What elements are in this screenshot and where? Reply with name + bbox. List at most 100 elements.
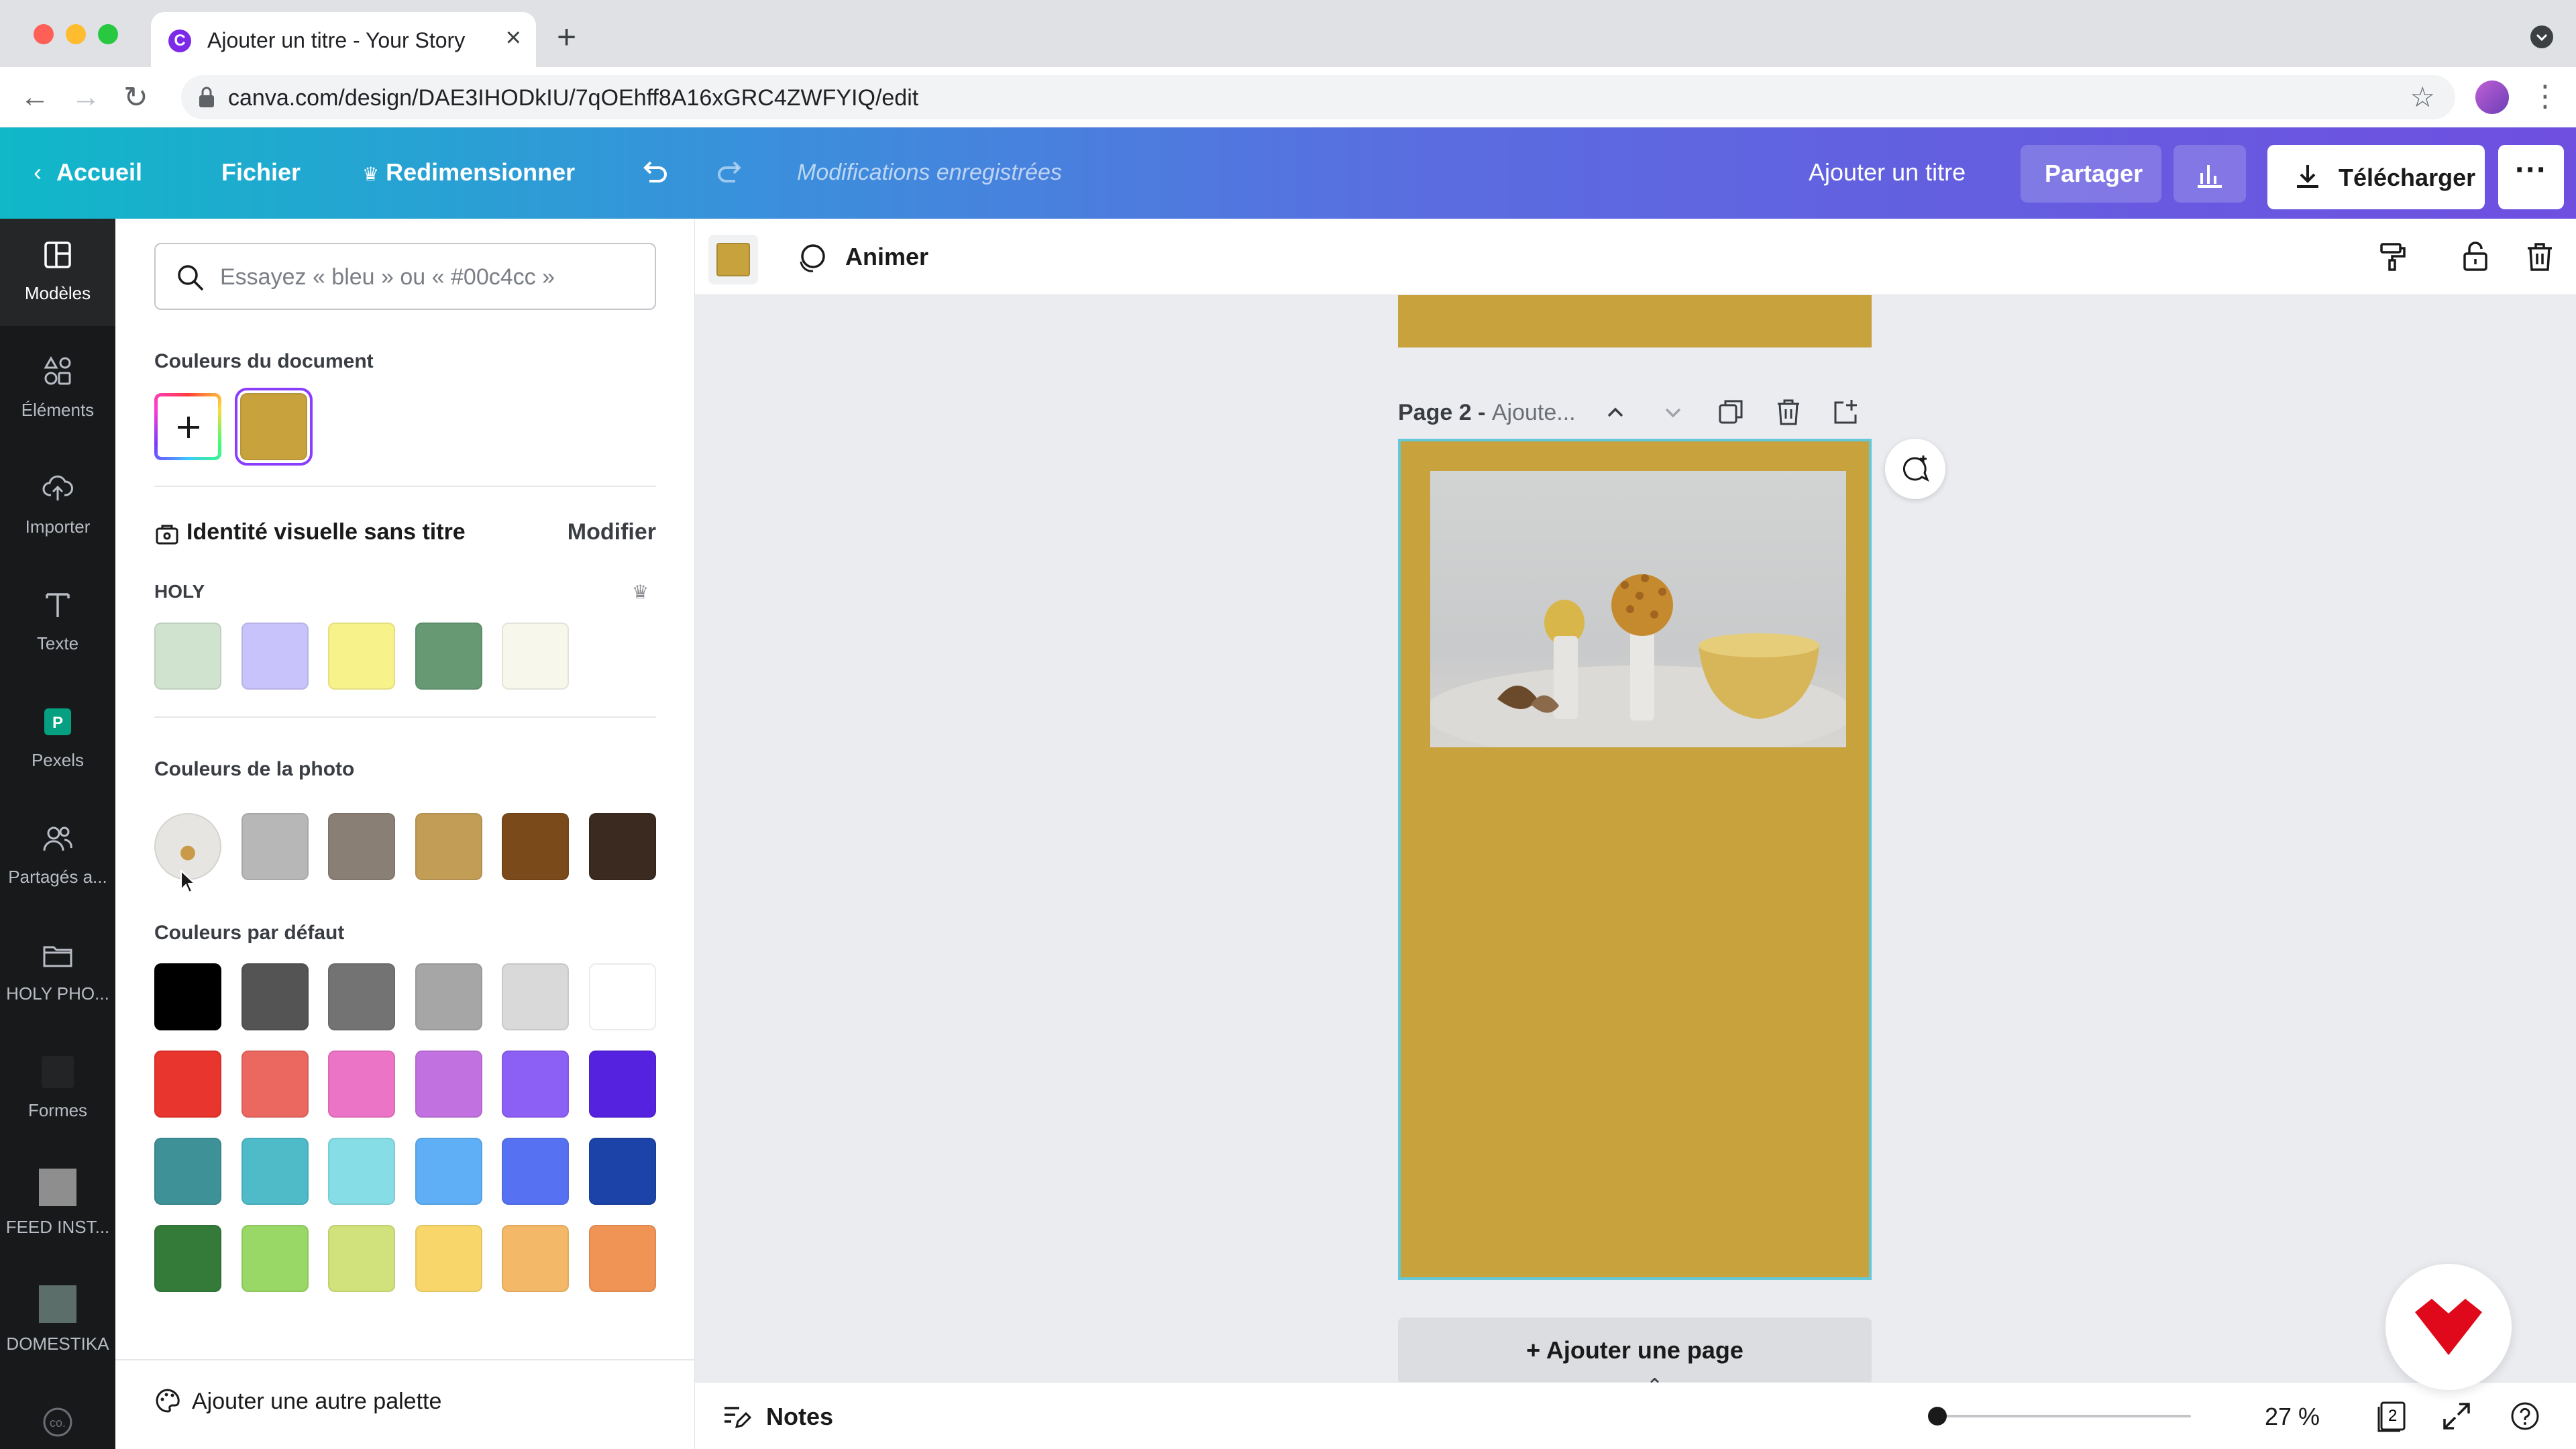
chevron-up-icon[interactable] <box>1601 397 1630 427</box>
apps-icon[interactable]: co. <box>40 1405 75 1440</box>
add-page-icon[interactable] <box>1831 397 1861 427</box>
default-color-swatch[interactable] <box>589 1051 656 1118</box>
close-window-button[interactable] <box>34 24 54 44</box>
browser-menu-icon[interactable]: ⋮ <box>2530 79 2560 113</box>
color-search-input[interactable] <box>220 260 636 294</box>
default-color-swatch[interactable] <box>328 1051 396 1118</box>
share-button[interactable]: Partager <box>2021 145 2161 203</box>
address-bar[interactable]: canva.com/design/DAE3IHODkIU/7qOEhff8A16… <box>181 75 2455 119</box>
default-color-swatch[interactable] <box>241 1138 309 1205</box>
default-color-swatch[interactable] <box>154 1051 221 1118</box>
edit-brand-kit-button[interactable]: Modifier <box>568 519 656 545</box>
palette-color-swatch[interactable] <box>154 623 221 690</box>
rail-item-shapes[interactable]: Formes <box>0 1036 115 1143</box>
photo-color-swatch[interactable] <box>415 813 482 880</box>
add-page-button[interactable]: + Ajouter une page <box>1398 1318 1872 1382</box>
add-palette-button[interactable]: Ajouter une autre palette <box>154 1387 441 1415</box>
close-tab-icon[interactable]: × <box>506 23 521 53</box>
rail-item-elements[interactable]: Éléments <box>0 335 115 443</box>
new-tab-icon[interactable]: + <box>557 17 576 56</box>
file-menu-button[interactable]: Fichier <box>221 158 301 186</box>
paint-roller-icon[interactable] <box>2376 240 2408 272</box>
palette-color-swatch[interactable] <box>328 623 396 690</box>
default-color-swatch[interactable] <box>328 963 396 1030</box>
domestika-badge[interactable] <box>2385 1264 2512 1390</box>
minimize-window-button[interactable] <box>66 24 86 44</box>
reload-icon[interactable]: ↻ <box>123 80 148 115</box>
animate-button[interactable]: Animer <box>845 243 928 271</box>
rail-item-pexels[interactable]: P Pexels <box>0 686 115 793</box>
default-color-swatch[interactable] <box>502 963 570 1030</box>
page-count-button[interactable]: 2 <box>2376 1400 2408 1432</box>
add-title-button[interactable]: Ajouter un titre <box>1809 158 1966 186</box>
trash-icon[interactable] <box>2524 240 2556 272</box>
bookmark-star-icon[interactable]: ☆ <box>2410 80 2435 113</box>
maximize-window-button[interactable] <box>98 24 118 44</box>
tab-search-icon[interactable] <box>2530 25 2553 48</box>
default-color-swatch[interactable] <box>502 1138 570 1205</box>
still-life-photo[interactable] <box>1430 471 1846 747</box>
duplicate-page-icon[interactable] <box>1716 397 1746 427</box>
photo-color-swatch[interactable] <box>241 813 309 880</box>
document-color-swatch[interactable] <box>235 388 313 466</box>
default-color-swatch[interactable] <box>241 1225 309 1292</box>
browser-tab[interactable]: C Ajouter un titre - Your Story × <box>151 12 536 67</box>
default-color-swatch[interactable] <box>328 1138 396 1205</box>
more-options-icon[interactable]: ··· <box>2498 145 2564 209</box>
undo-icon[interactable] <box>637 157 671 191</box>
default-color-swatch[interactable] <box>589 1138 656 1205</box>
resize-button[interactable]: ♛ Redimensionner <box>362 158 575 186</box>
default-color-swatch[interactable] <box>415 1138 482 1205</box>
photo-color-swatch[interactable] <box>589 813 656 880</box>
add-comment-button[interactable] <box>1885 439 1945 499</box>
chevron-down-icon[interactable] <box>1658 397 1688 427</box>
photo-color-swatch[interactable] <box>328 813 396 880</box>
rail-item-holy-photos[interactable]: HOLY PHO... <box>0 919 115 1026</box>
home-button[interactable]: ‹ Accueil <box>34 158 142 186</box>
rail-item-text[interactable]: Texte <box>0 569 115 676</box>
default-color-swatch[interactable] <box>415 1225 482 1292</box>
zoom-level[interactable]: 27 % <box>2265 1403 2320 1431</box>
delete-page-icon[interactable] <box>1774 397 1803 427</box>
default-color-swatch[interactable] <box>415 1051 482 1118</box>
default-color-swatch[interactable] <box>415 963 482 1030</box>
help-icon[interactable] <box>2509 1400 2541 1432</box>
palette-color-swatch[interactable] <box>502 623 570 690</box>
palette-color-swatch[interactable] <box>241 623 309 690</box>
default-color-swatch[interactable] <box>241 963 309 1030</box>
add-color-button[interactable] <box>154 393 221 460</box>
back-icon[interactable]: ← <box>20 80 50 114</box>
rail-item-domestika[interactable]: DOMESTIKA <box>0 1269 115 1377</box>
default-color-swatch[interactable] <box>589 963 656 1030</box>
default-color-swatch[interactable] <box>154 1138 221 1205</box>
default-color-swatch[interactable] <box>328 1225 396 1292</box>
default-color-swatch[interactable] <box>502 1051 570 1118</box>
rail-item-templates[interactable]: Modèles <box>0 219 115 326</box>
profile-avatar[interactable] <box>2475 80 2509 114</box>
show-pages-chevron-icon[interactable]: ⌃ <box>1646 1375 1663 1398</box>
notes-button[interactable]: Notes <box>766 1403 833 1431</box>
forward-icon[interactable]: → <box>71 80 101 114</box>
default-color-swatch[interactable] <box>154 963 221 1030</box>
photo-color-swatch[interactable] <box>502 813 570 880</box>
rail-item-upload[interactable]: Importer <box>0 452 115 559</box>
color-search-box[interactable] <box>154 243 656 310</box>
fullscreen-icon[interactable] <box>2440 1400 2473 1432</box>
previous-page[interactable] <box>1398 295 1872 347</box>
default-color-swatch[interactable] <box>154 1225 221 1292</box>
palette-color-swatch[interactable] <box>415 623 482 690</box>
insights-button[interactable] <box>2174 145 2246 203</box>
rail-item-feed-insta[interactable]: FEED INST... <box>0 1152 115 1260</box>
zoom-slider[interactable] <box>1929 1415 2191 1417</box>
zoom-slider-handle[interactable] <box>1927 1407 1947 1426</box>
rail-item-shared[interactable]: Partagés a... <box>0 802 115 910</box>
lock-icon[interactable] <box>2459 240 2491 272</box>
download-button[interactable]: Télécharger <box>2267 145 2485 209</box>
default-color-swatch[interactable] <box>241 1051 309 1118</box>
default-color-swatch[interactable] <box>502 1225 570 1292</box>
page-title[interactable]: Page 2 - Ajoute... <box>1398 400 1576 426</box>
default-color-swatch[interactable] <box>589 1225 656 1292</box>
background-color-button[interactable] <box>708 235 758 284</box>
current-page[interactable] <box>1398 439 1872 1280</box>
redo-icon[interactable] <box>714 157 747 191</box>
